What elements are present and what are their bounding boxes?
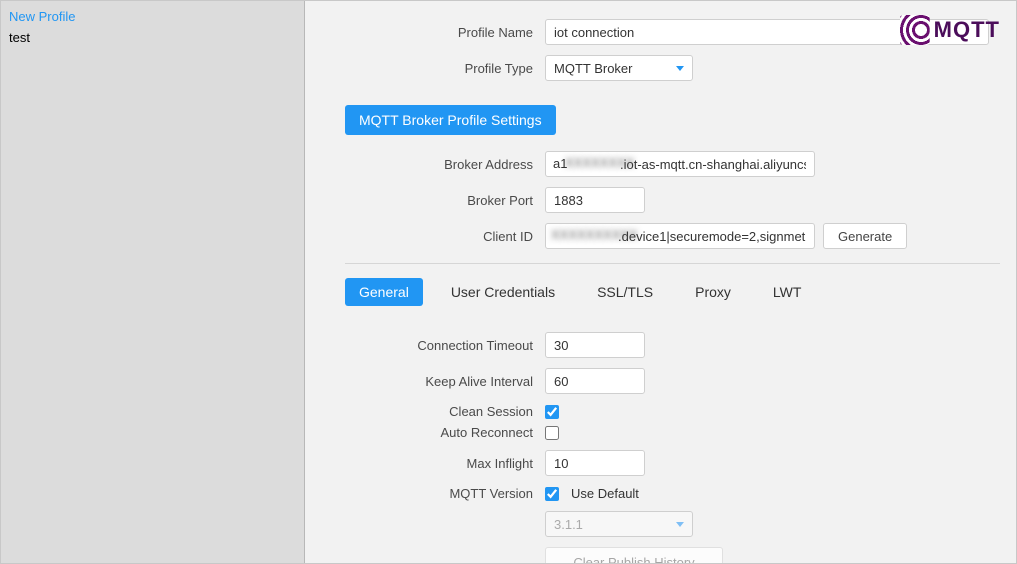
mqtt-version-label: MQTT Version bbox=[345, 486, 545, 501]
keep-alive-input[interactable] bbox=[545, 368, 645, 394]
clean-session-checkbox[interactable] bbox=[545, 405, 559, 419]
tab-proxy[interactable]: Proxy bbox=[681, 278, 745, 306]
auto-reconnect-checkbox[interactable] bbox=[545, 426, 559, 440]
tab-ssl-tls[interactable]: SSL/TLS bbox=[583, 278, 667, 306]
mqtt-logo-text: MQTT bbox=[934, 17, 1000, 43]
profile-name-label: Profile Name bbox=[345, 25, 545, 40]
auto-reconnect-label: Auto Reconnect bbox=[345, 425, 545, 440]
tab-general[interactable]: General bbox=[345, 278, 423, 306]
generate-button[interactable]: Generate bbox=[823, 223, 907, 249]
tab-lwt[interactable]: LWT bbox=[759, 278, 816, 306]
chevron-down-icon bbox=[676, 522, 684, 527]
clean-session-label: Clean Session bbox=[345, 404, 545, 419]
profile-type-label: Profile Type bbox=[345, 61, 545, 76]
broker-port-input[interactable] bbox=[545, 187, 645, 213]
client-id-redacted: XXXXXXXXXX bbox=[551, 227, 638, 242]
max-inflight-label: Max Inflight bbox=[345, 456, 545, 471]
mqtt-version-use-default-checkbox[interactable] bbox=[545, 487, 559, 501]
divider bbox=[345, 263, 1000, 264]
mqtt-version-use-default-label: Use Default bbox=[571, 486, 639, 501]
mqtt-logo-icon bbox=[900, 15, 930, 45]
connection-timeout-input[interactable] bbox=[545, 332, 645, 358]
section-header[interactable]: MQTT Broker Profile Settings bbox=[345, 105, 556, 135]
keep-alive-label: Keep Alive Interval bbox=[345, 374, 545, 389]
broker-port-label: Broker Port bbox=[345, 193, 545, 208]
broker-address-redacted: XXXXXXXX bbox=[565, 155, 634, 170]
profile-type-value: MQTT Broker bbox=[554, 61, 633, 76]
chevron-down-icon bbox=[676, 66, 684, 71]
client-id-label: Client ID bbox=[345, 229, 545, 244]
tabs: General User Credentials SSL/TLS Proxy L… bbox=[345, 278, 1000, 306]
broker-address-label: Broker Address bbox=[345, 157, 545, 172]
mqtt-version-value: 3.1.1 bbox=[554, 517, 583, 532]
sidebar-profile-item[interactable]: test bbox=[9, 28, 296, 47]
tab-user-credentials[interactable]: User Credentials bbox=[437, 278, 569, 306]
new-profile-link[interactable]: New Profile bbox=[9, 7, 296, 28]
max-inflight-input[interactable] bbox=[545, 450, 645, 476]
app-window: New Profile test Profile Name MQTT Profi… bbox=[0, 0, 1017, 564]
main-panel: Profile Name MQTT Profile Type MQTT Brok… bbox=[305, 1, 1016, 563]
mqtt-version-select: 3.1.1 bbox=[545, 511, 693, 537]
clear-publish-history-button[interactable]: Clear Publish History bbox=[545, 547, 723, 563]
mqtt-logo: MQTT bbox=[900, 15, 1000, 45]
connection-timeout-label: Connection Timeout bbox=[345, 338, 545, 353]
sidebar: New Profile test bbox=[1, 1, 305, 563]
profile-type-select[interactable]: MQTT Broker bbox=[545, 55, 693, 81]
